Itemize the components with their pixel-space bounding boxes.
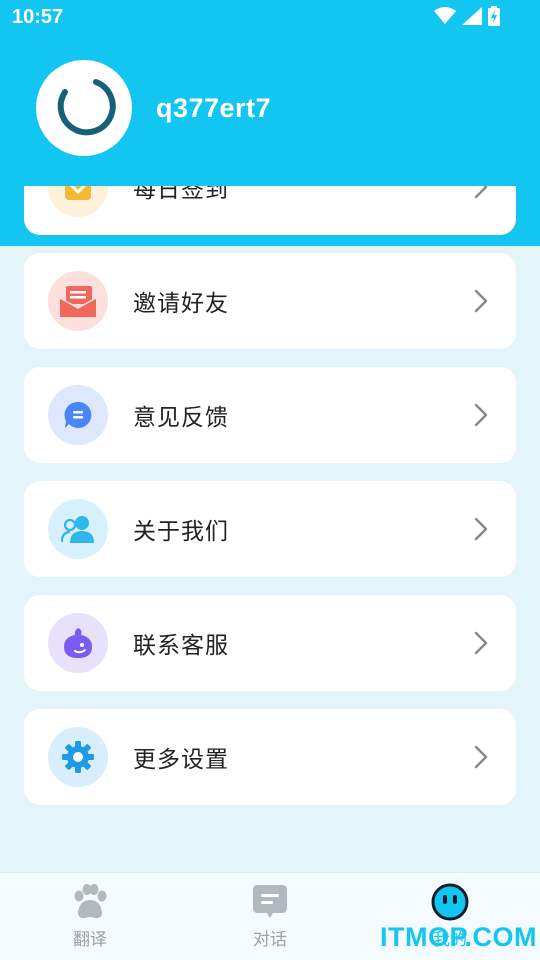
menu-item-label: 关于我们 <box>133 519 229 545</box>
menu-item-label: 联系客服 <box>133 633 229 659</box>
menu-item-label: 更多设置 <box>133 747 229 773</box>
loading-spinner-icon <box>52 74 116 142</box>
mine-face-icon <box>431 883 469 921</box>
chat-bubble-icon <box>48 385 108 445</box>
watermark: ITMOP.COM <box>380 922 538 952</box>
chevron-right-icon <box>474 289 488 317</box>
menu-item-more-settings[interactable]: 更多设置 <box>24 709 516 805</box>
menu-item-feedback[interactable]: 意见反馈 <box>24 367 516 463</box>
menu-item-label: 邀请好友 <box>133 291 229 317</box>
battery-charging-icon <box>488 5 500 31</box>
message-icon <box>252 883 288 921</box>
menu-item-daily-checkin[interactable]: 每日签到 <box>24 186 516 235</box>
avatar[interactable] <box>36 60 132 156</box>
status-icons <box>434 5 500 31</box>
wifi-icon <box>434 6 456 30</box>
chevron-right-icon <box>474 517 488 545</box>
user-profile[interactable]: q377ert7 <box>36 60 271 156</box>
status-bar: 10:57 <box>0 0 540 36</box>
menu-item-invite-friends[interactable]: 邀请好友 <box>24 253 516 349</box>
tab-translate[interactable]: 翻译 <box>0 873 180 960</box>
tab-label: 翻译 <box>73 930 107 950</box>
menu-item-label: 每日签到 <box>133 186 229 203</box>
signal-icon <box>462 6 482 30</box>
menu-item-about-us[interactable]: 关于我们 <box>24 481 516 577</box>
menu-scroll-area[interactable]: 每日签到 邀请好友 意见反馈 关于我们 联系客服 更多设置 <box>0 186 540 813</box>
people-icon <box>48 499 108 559</box>
envelope-invite-icon <box>48 271 108 331</box>
chevron-right-icon <box>474 186 488 203</box>
calendar-check-icon <box>48 186 108 217</box>
status-time: 10:57 <box>12 6 64 28</box>
chevron-right-icon <box>474 745 488 773</box>
chevron-right-icon <box>474 403 488 431</box>
customer-service-icon <box>48 613 108 673</box>
menu-list: 每日签到 邀请好友 意见反馈 关于我们 联系客服 更多设置 <box>24 186 516 813</box>
menu-item-label: 意见反馈 <box>133 405 229 431</box>
menu-item-customer-service[interactable]: 联系客服 <box>24 595 516 691</box>
username: q377ert7 <box>156 92 272 123</box>
paw-icon <box>71 883 109 921</box>
gear-icon <box>48 727 108 787</box>
chevron-right-icon <box>474 631 488 659</box>
tab-chat[interactable]: 对话 <box>180 873 360 960</box>
tab-label: 对话 <box>253 930 287 950</box>
